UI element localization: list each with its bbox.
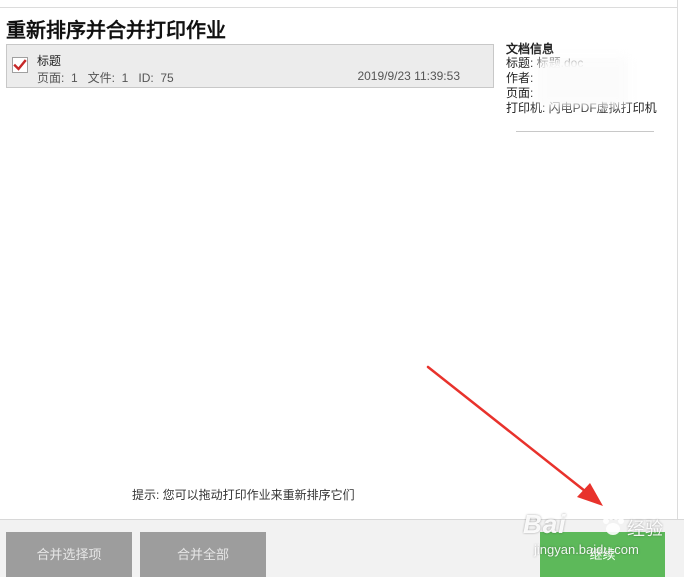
top-divider (0, 7, 678, 8)
job-checkbox[interactable] (12, 57, 28, 73)
bottom-action-bar: 合并选择项 合并全部 继续 (0, 519, 684, 577)
redaction-blur (538, 58, 628, 106)
job-timestamp: 2019/9/23 11:39:53 (357, 69, 460, 83)
info-divider (516, 131, 654, 132)
print-job-item[interactable]: 标题 页面: 1 文件: 1 ID: 75 2019/9/23 11:39:53 (6, 44, 494, 88)
document-info-heading: 文档信息 (506, 42, 555, 56)
merge-all-button[interactable]: 合并全部 (140, 532, 266, 577)
merge-selected-button[interactable]: 合并选择项 (6, 532, 132, 577)
job-meta: 页面: 1 文件: 1 ID: 75 (37, 71, 174, 85)
checkmark-icon (13, 59, 27, 71)
continue-button[interactable]: 继续 (540, 532, 665, 577)
print-job-list[interactable]: 标题 页面: 1 文件: 1 ID: 75 2019/9/23 11:39:53 (6, 44, 494, 444)
hint-text: 提示: 您可以拖动打印作业来重新排序它们 (132, 488, 355, 502)
page-title: 重新排序并合并打印作业 (6, 20, 226, 42)
job-name: 标题 (37, 54, 62, 68)
